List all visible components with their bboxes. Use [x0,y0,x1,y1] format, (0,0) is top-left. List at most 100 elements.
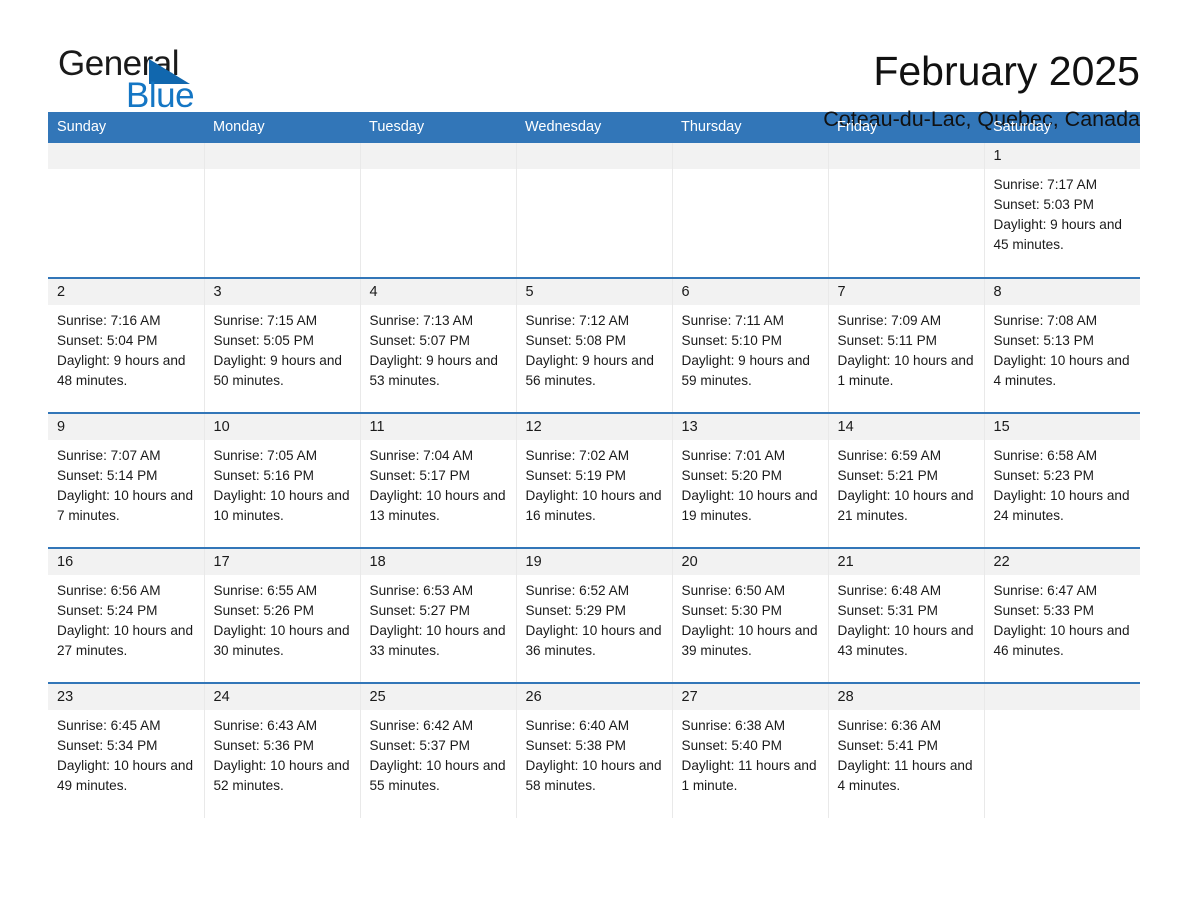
day-info: Sunrise: 6:38 AM Sunset: 5:40 PM Daylight:… [673,710,828,796]
calendar-day-cell[interactable]: 14 Sunrise: 6:59 AM Sunset: 5:21 PM Dayligh… [827,412,984,548]
day-info: Sunrise: 7:12 AM Sunset: 5:08 PM Daylight:… [517,305,672,391]
sunrise-text: Sunrise: 7:16 AM [57,313,161,328]
day-info: Sunrise: 6:48 AM Sunset: 5:31 PM Daylight:… [829,575,984,661]
day-number: 28 [828,684,984,710]
day-number: 26 [516,684,672,710]
sunrise-text: Sunrise: 6:52 AM [525,583,630,598]
calendar-day-cell[interactable]: 8 Sunrise: 7:08 AM Sunset: 5:13 PM Daylight… [983,277,1140,413]
sunrise-text: Sunrise: 6:43 AM [213,718,318,733]
daylight-text: Daylight: 10 hours and 10 minutes. [213,488,350,523]
calendar-day-cell[interactable]: 7 Sunrise: 7:09 AM Sunset: 5:11 PM Daylight… [827,277,984,413]
daylight-text: Daylight: 10 hours and 1 minute. [837,353,974,388]
calendar-body: 1 Sunrise: 7:17 AM Sunset: 5:03 PM Daylight… [48,143,1140,818]
sunset-text: Sunset: 5:16 PM [213,468,315,483]
sunset-text: Sunset: 5:31 PM [837,603,939,618]
daylight-text: Daylight: 10 hours and 43 minutes. [837,623,974,658]
day-number [48,143,204,169]
day-number [204,143,360,169]
calendar-day-cell[interactable]: 16 Sunrise: 6:56 AM Sunset: 5:24 PM Dayligh… [48,547,204,683]
daylight-text: Daylight: 10 hours and 7 minutes. [57,488,194,523]
calendar-day-cell[interactable]: 24 Sunrise: 6:43 AM Sunset: 5:36 PM Dayligh… [203,682,360,818]
day-number [828,143,984,169]
calendar-day-cell[interactable]: 5 Sunrise: 7:12 AM Sunset: 5:08 PM Daylight… [515,277,672,413]
day-info: Sunrise: 7:11 AM Sunset: 5:10 PM Daylight:… [673,305,828,391]
sunset-text: Sunset: 5:37 PM [369,738,471,753]
calendar-day-cell[interactable]: 13 Sunrise: 7:01 AM Sunset: 5:20 PM Dayligh… [671,412,828,548]
daylight-text: Daylight: 10 hours and 39 minutes. [681,623,818,658]
general-blue-logo[interactable]: General Blue [48,46,308,120]
calendar-day-cell[interactable]: 1 Sunrise: 7:17 AM Sunset: 5:03 PM Daylight… [983,143,1140,278]
day-number: 1 [984,143,1140,169]
calendar-day-cell-empty [203,143,360,278]
day-number: 17 [204,549,360,575]
daylight-text: Daylight: 10 hours and 49 minutes. [57,758,194,793]
day-number: 25 [360,684,516,710]
calendar-day-cell[interactable]: 22 Sunrise: 6:47 AM Sunset: 5:33 PM Dayligh… [983,547,1140,683]
day-info: Sunrise: 6:55 AM Sunset: 5:26 PM Daylight:… [205,575,360,661]
calendar-day-cell[interactable]: 2 Sunrise: 7:16 AM Sunset: 5:04 PM Daylight… [48,277,204,413]
sunrise-text: Sunrise: 6:55 AM [213,583,318,598]
day-number: 11 [360,414,516,440]
day-number: 4 [360,279,516,305]
sunset-text: Sunset: 5:38 PM [525,738,627,753]
sunset-text: Sunset: 5:41 PM [837,738,939,753]
calendar-day-cell[interactable]: 25 Sunrise: 6:42 AM Sunset: 5:37 PM Dayligh… [359,682,516,818]
daylight-text: Daylight: 10 hours and 4 minutes. [993,353,1130,388]
calendar-day-cell[interactable]: 10 Sunrise: 7:05 AM Sunset: 5:16 PM Dayligh… [203,412,360,548]
calendar-day-cell-empty [983,682,1140,818]
daylight-text: Daylight: 10 hours and 58 minutes. [525,758,662,793]
calendar-day-cell[interactable]: 9 Sunrise: 7:07 AM Sunset: 5:14 PM Daylight… [48,412,204,548]
calendar-week-row: 1 Sunrise: 7:17 AM Sunset: 5:03 PM Daylight… [48,143,1140,278]
sunset-text: Sunset: 5:29 PM [525,603,627,618]
day-number: 12 [516,414,672,440]
calendar-day-cell[interactable]: 23 Sunrise: 6:45 AM Sunset: 5:34 PM Dayligh… [48,682,204,818]
calendar-day-cell[interactable]: 26 Sunrise: 6:40 AM Sunset: 5:38 PM Dayligh… [515,682,672,818]
day-number: 10 [204,414,360,440]
calendar-day-cell[interactable]: 4 Sunrise: 7:13 AM Sunset: 5:07 PM Daylight… [359,277,516,413]
day-info: Sunrise: 6:56 AM Sunset: 5:24 PM Daylight:… [48,575,204,661]
sunset-text: Sunset: 5:10 PM [681,333,783,348]
calendar-day-cell[interactable]: 28 Sunrise: 6:36 AM Sunset: 5:41 PM Dayligh… [827,682,984,818]
day-number: 6 [672,279,828,305]
calendar-page: General Blue February 2025 Coteau-du-Lac… [0,0,1188,918]
day-number [360,143,516,169]
sunset-text: Sunset: 5:08 PM [525,333,627,348]
daylight-text: Daylight: 10 hours and 55 minutes. [369,758,506,793]
sunrise-text: Sunrise: 6:40 AM [525,718,630,733]
daylight-text: Daylight: 10 hours and 16 minutes. [525,488,662,523]
daylight-text: Daylight: 10 hours and 33 minutes. [369,623,506,658]
calendar-day-cell[interactable]: 3 Sunrise: 7:15 AM Sunset: 5:05 PM Daylight… [203,277,360,413]
weekday-header-tuesday: Tuesday [360,112,516,143]
calendar-day-cell[interactable]: 27 Sunrise: 6:38 AM Sunset: 5:40 PM Dayligh… [671,682,828,818]
day-info: Sunrise: 6:36 AM Sunset: 5:41 PM Daylight:… [829,710,984,796]
sunset-text: Sunset: 5:04 PM [57,333,158,348]
daylight-text: Daylight: 10 hours and 19 minutes. [681,488,818,523]
sunset-text: Sunset: 5:14 PM [57,468,158,483]
logo-text-blue: Blue [126,76,195,115]
sunrise-text: Sunrise: 6:36 AM [837,718,942,733]
daylight-text: Daylight: 10 hours and 52 minutes. [213,758,350,793]
sunset-text: Sunset: 5:24 PM [57,603,158,618]
calendar-day-cell-empty [827,143,984,278]
day-number: 8 [984,279,1140,305]
day-number: 16 [48,549,204,575]
daylight-text: Daylight: 11 hours and 4 minutes. [837,758,973,793]
calendar-day-cell[interactable]: 15 Sunrise: 6:58 AM Sunset: 5:23 PM Dayligh… [983,412,1140,548]
day-number: 13 [672,414,828,440]
day-info: Sunrise: 7:16 AM Sunset: 5:04 PM Daylight:… [48,305,204,391]
calendar-day-cell[interactable]: 12 Sunrise: 7:02 AM Sunset: 5:19 PM Dayligh… [515,412,672,548]
calendar-day-cell[interactable]: 17 Sunrise: 6:55 AM Sunset: 5:26 PM Dayligh… [203,547,360,683]
weekday-header-wednesday: Wednesday [516,112,672,143]
calendar-day-cell[interactable]: 19 Sunrise: 6:52 AM Sunset: 5:29 PM Dayligh… [515,547,672,683]
sunset-text: Sunset: 5:17 PM [369,468,471,483]
weekday-header-thursday: Thursday [672,112,828,143]
sunset-text: Sunset: 5:07 PM [369,333,471,348]
calendar-day-cell[interactable]: 18 Sunrise: 6:53 AM Sunset: 5:27 PM Dayligh… [359,547,516,683]
calendar-day-cell[interactable]: 11 Sunrise: 7:04 AM Sunset: 5:17 PM Dayligh… [359,412,516,548]
calendar-week-row: 23 Sunrise: 6:45 AM Sunset: 5:34 PM Dayligh… [48,682,1140,818]
calendar-day-cell[interactable]: 21 Sunrise: 6:48 AM Sunset: 5:31 PM Dayligh… [827,547,984,683]
calendar-day-cell[interactable]: 6 Sunrise: 7:11 AM Sunset: 5:10 PM Daylight… [671,277,828,413]
sunrise-text: Sunrise: 7:07 AM [57,448,161,463]
calendar-day-cell[interactable]: 20 Sunrise: 6:50 AM Sunset: 5:30 PM Dayligh… [671,547,828,683]
calendar-day-cell-empty [48,143,204,278]
